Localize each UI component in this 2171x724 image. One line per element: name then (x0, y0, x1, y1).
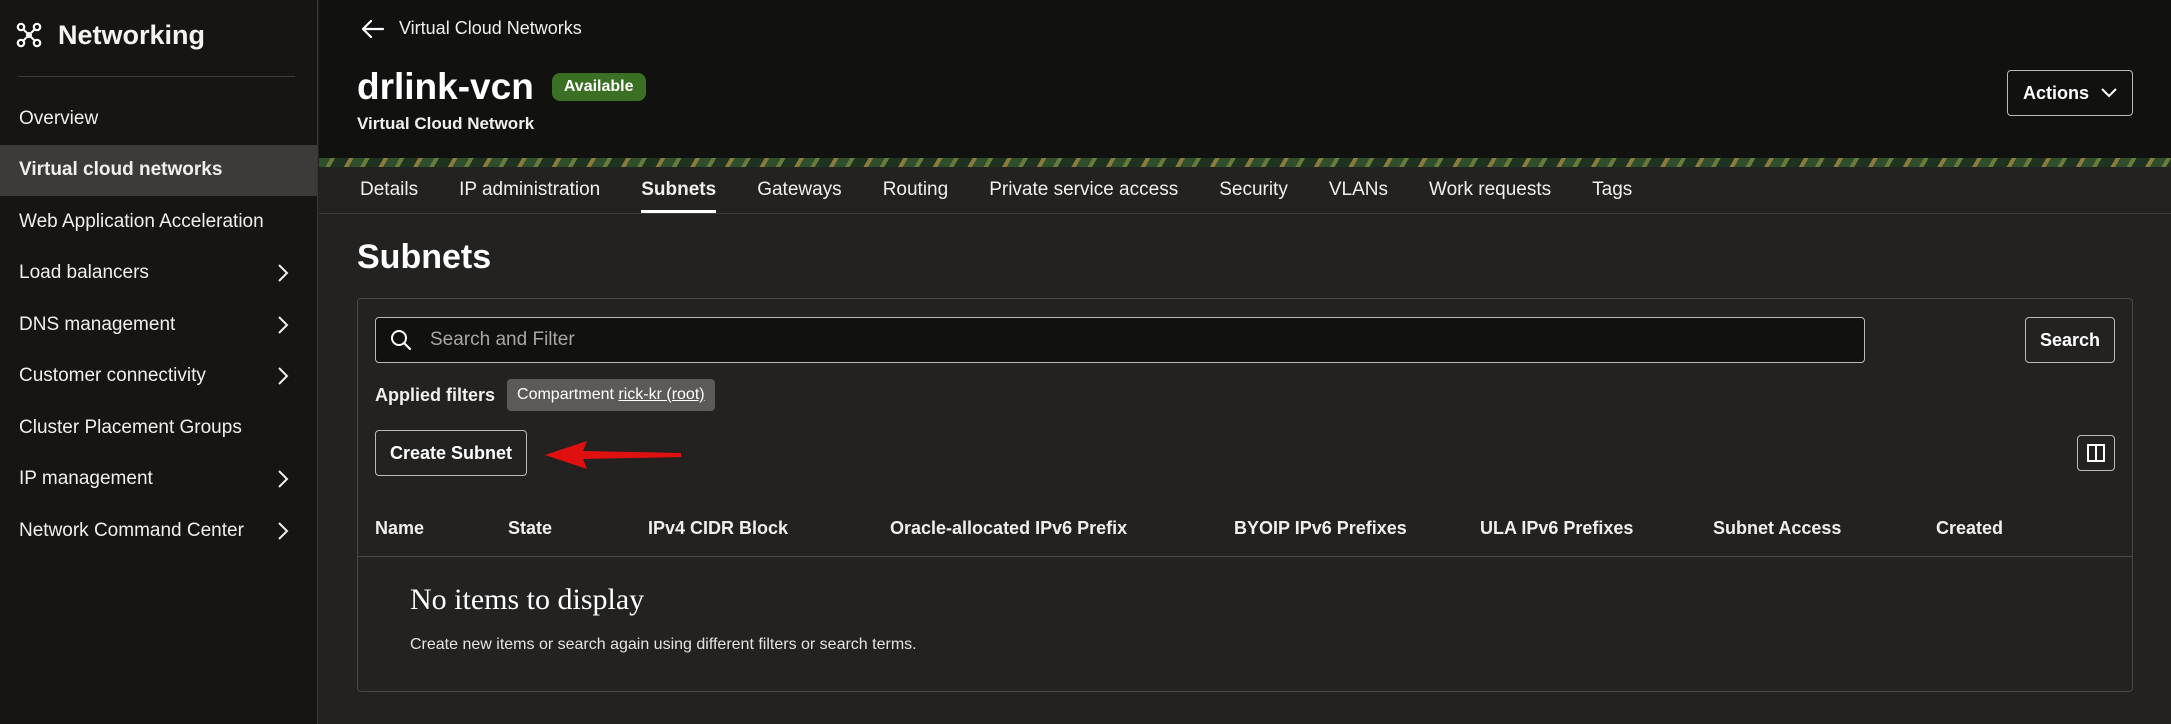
sidebar-nav: Overview Virtual cloud networks Web Applic… (0, 93, 317, 557)
filter-chip-prefix: Compartment (517, 386, 614, 403)
sidebar-item-label: DNS management (19, 313, 176, 335)
page-header: Virtual Cloud Networks drlink-vcn Availa… (319, 0, 2171, 158)
table-header: Name State IPv4 CIDR Block Oracle-alloca… (358, 505, 2132, 557)
sidebar-item-overview[interactable]: Overview (0, 93, 317, 145)
tab-security[interactable]: Security (1219, 167, 1308, 213)
column-header-created[interactable]: Created (1936, 518, 2003, 539)
sidebar-item-web-application-acceleration[interactable]: Web Application Acceleration (0, 196, 317, 248)
compartment-link[interactable]: rick-kr (root) (618, 386, 704, 403)
tab-tags[interactable]: Tags (1592, 167, 1652, 213)
sidebar-item-label: IP management (19, 468, 153, 490)
empty-state-description: Create new items or search again using d… (410, 636, 917, 653)
search-button[interactable]: Search (2025, 317, 2115, 363)
applied-filters: Applied filters Compartment rick-kr (roo… (375, 379, 715, 411)
page-title: drlink-vcn (357, 66, 534, 107)
back-link[interactable]: Virtual Cloud Networks (361, 18, 582, 39)
chevron-right-icon (278, 264, 289, 282)
sidebar-item-ip-management[interactable]: IP management (0, 454, 317, 506)
sidebar-item-customer-connectivity[interactable]: Customer connectivity (0, 351, 317, 403)
arrow-left-icon (361, 19, 385, 38)
sidebar-item-cluster-placement-groups[interactable]: Cluster Placement Groups (0, 402, 317, 454)
back-link-label: Virtual Cloud Networks (399, 18, 582, 38)
column-header-subnet-access[interactable]: Subnet Access (1713, 518, 1841, 539)
sidebar-item-label: Load balancers (19, 262, 149, 284)
header-pattern-banner (319, 158, 2171, 167)
tab-subnets[interactable]: Subnets (641, 167, 736, 213)
search-box[interactable] (375, 317, 1865, 363)
chevron-right-icon (278, 316, 289, 334)
sidebar-item-network-command-center[interactable]: Network Command Center (0, 505, 317, 557)
tab-gateways[interactable]: Gateways (757, 167, 861, 213)
empty-state-title: No items to display (410, 583, 645, 616)
column-header-name[interactable]: Name (375, 518, 424, 539)
compartment-filter-chip[interactable]: Compartment rick-kr (root) (507, 379, 715, 411)
section-title: Subnets (357, 238, 492, 276)
chevron-right-icon (278, 522, 289, 540)
applied-filters-label: Applied filters (375, 384, 496, 405)
tab-vlans[interactable]: VLANs (1329, 167, 1408, 213)
chevron-right-icon (278, 470, 289, 488)
actions-label: Actions (2022, 82, 2089, 103)
subnets-panel: Search Applied filters Compartment rick-… (357, 298, 2133, 692)
tab-routing[interactable]: Routing (883, 167, 969, 213)
page-subtitle: Virtual Cloud Network (357, 114, 535, 133)
sidebar-item-load-balancers[interactable]: Load balancers (0, 248, 317, 300)
brand: Networking (0, 0, 317, 70)
annotation-arrow-icon (545, 441, 681, 469)
column-header-ipv4-cidr[interactable]: IPv4 CIDR Block (648, 518, 788, 539)
sidebar-item-virtual-cloud-networks[interactable]: Virtual cloud networks (0, 144, 317, 196)
actions-button[interactable]: Actions (2007, 70, 2133, 116)
column-header-state[interactable]: State (508, 518, 552, 539)
sidebar-item-dns-management[interactable]: DNS management (0, 299, 317, 351)
column-header-ula-ipv6[interactable]: ULA IPv6 Prefixes (1480, 518, 1633, 539)
sidebar-item-label: Cluster Placement Groups (19, 416, 242, 438)
sidebar: Networking Overview Virtual cloud network… (0, 0, 318, 724)
sidebar-title: Networking (58, 19, 206, 50)
chevron-down-icon (2101, 88, 2117, 98)
sidebar-item-label: Virtual cloud networks (19, 159, 223, 181)
columns-icon (2087, 444, 2105, 462)
tab-ip-administration[interactable]: IP administration (459, 167, 620, 213)
chevron-right-icon (278, 367, 289, 385)
sidebar-divider (18, 76, 295, 77)
title-row: drlink-vcn Available (357, 66, 646, 108)
tab-work-requests[interactable]: Work requests (1429, 167, 1571, 213)
search-input[interactable] (430, 329, 1864, 351)
tab-details[interactable]: Details (360, 167, 438, 213)
column-header-byoip-ipv6[interactable]: BYOIP IPv6 Prefixes (1234, 518, 1407, 539)
columns-toggle-button[interactable] (2077, 435, 2115, 471)
main-content: Virtual Cloud Networks drlink-vcn Availa… (319, 0, 2171, 724)
sidebar-item-label: Network Command Center (19, 519, 244, 541)
sidebar-item-label: Customer connectivity (19, 365, 206, 387)
tab-bar: Details IP administration Subnets Gateways R… (319, 167, 2171, 214)
sidebar-item-label: Web Application Acceleration (19, 210, 264, 232)
status-badge: Available (551, 73, 646, 101)
networking-icon (16, 22, 42, 48)
sidebar-item-label: Overview (19, 107, 99, 129)
tab-private-service-access[interactable]: Private service access (989, 167, 1198, 213)
column-header-oracle-ipv6[interactable]: Oracle-allocated IPv6 Prefix (890, 518, 1127, 539)
create-subnet-button[interactable]: Create Subnet (375, 430, 527, 476)
search-icon (391, 330, 412, 351)
